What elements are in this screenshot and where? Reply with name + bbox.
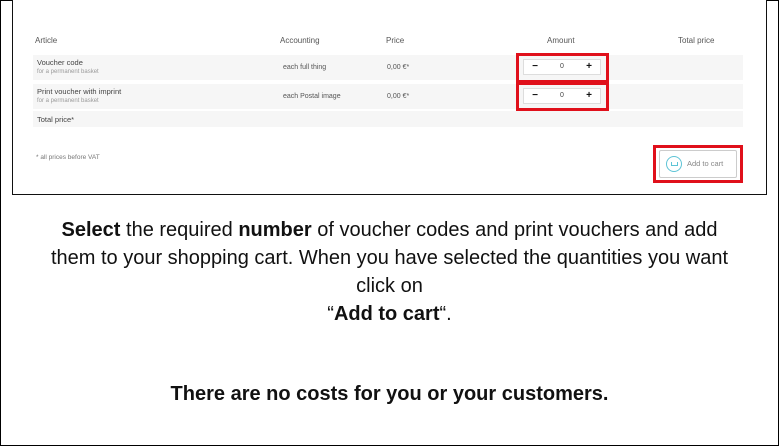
table-row: Voucher code for a permanent basket each… xyxy=(33,55,743,80)
instr-text-1: the required xyxy=(120,219,239,241)
instr-quote-open: “ xyxy=(327,303,334,325)
article-title: Print voucher with imprint xyxy=(37,87,122,96)
header-total-price: Total price xyxy=(678,36,715,45)
add-to-cart-label: Add to cart xyxy=(687,159,724,168)
decrement-button[interactable]: − xyxy=(528,89,542,103)
quantity-value[interactable]: 0 xyxy=(548,89,576,103)
quantity-stepper[interactable]: − 0 + xyxy=(523,88,601,104)
vat-note: * all prices before VAT xyxy=(36,154,100,161)
add-to-cart-button[interactable]: Add to cart xyxy=(659,150,737,178)
instr-bold-number: number xyxy=(238,219,312,241)
instructions-text: Select the required number of voucher co… xyxy=(40,216,739,328)
table-row: Print voucher with imprint for a permane… xyxy=(33,84,743,109)
basket-icon xyxy=(666,156,682,172)
no-costs-note: There are no costs for you or your custo… xyxy=(170,383,609,405)
article-subtitle: for a permanent basket xyxy=(37,98,99,104)
accounting-cell: each Postal image xyxy=(283,93,341,100)
header-amount: Amount xyxy=(547,36,575,45)
instr-bold-add-to-cart: Add to cart xyxy=(333,303,440,325)
instr-quote-close: “. xyxy=(439,303,452,325)
header-accounting: Accounting xyxy=(280,36,320,45)
quantity-stepper[interactable]: − 0 + xyxy=(523,59,601,75)
accounting-cell: each full thing xyxy=(283,64,327,71)
price-cell: 0,00 €* xyxy=(387,93,410,100)
header-article: Article xyxy=(35,36,58,45)
price-cell: 0,00 €* xyxy=(387,64,410,71)
article-title: Voucher code xyxy=(37,58,83,67)
table-row-total: Total price* xyxy=(33,111,743,127)
instr-bold-select: Select xyxy=(61,219,121,241)
increment-button[interactable]: + xyxy=(582,60,596,74)
header-price: Price xyxy=(386,36,405,45)
article-subtitle: for a permanent basket xyxy=(37,69,99,75)
total-label: Total price* xyxy=(37,115,75,124)
increment-button[interactable]: + xyxy=(582,89,596,103)
decrement-button[interactable]: − xyxy=(528,60,542,74)
quantity-value[interactable]: 0 xyxy=(548,60,576,74)
